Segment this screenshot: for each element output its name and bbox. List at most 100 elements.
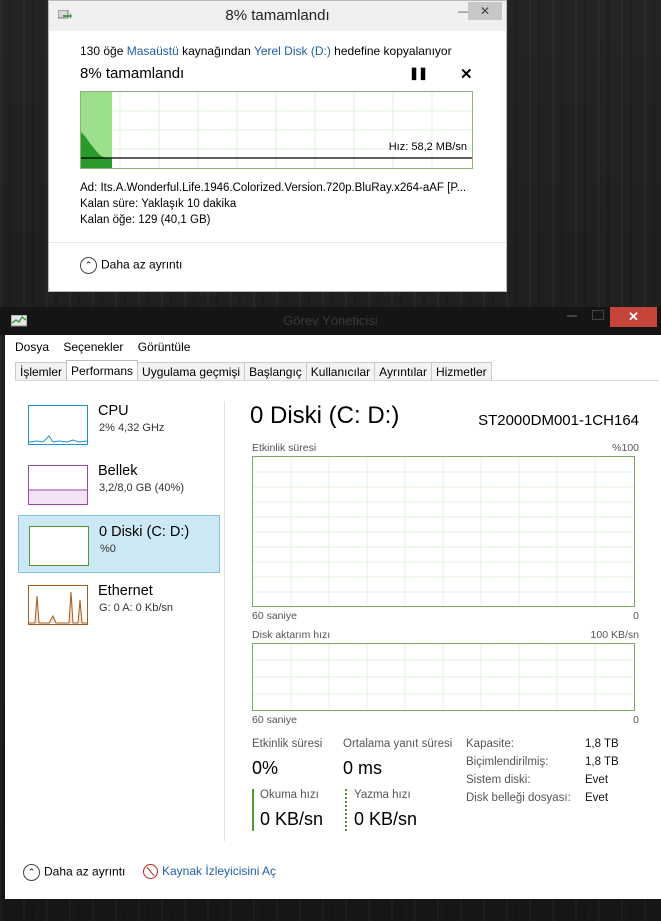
disk-heading: 0 Diski (C: D:)	[250, 402, 400, 429]
cancel-icon[interactable]: ✕	[460, 65, 473, 83]
progress-percent: 8% tamamlandı	[80, 65, 185, 82]
speed-label: Hız: 58,2 MB/sn	[388, 141, 467, 153]
close-icon[interactable]: ✕	[610, 307, 657, 327]
tm-title: Görev Yöneticisi	[283, 313, 378, 328]
sidebar-item-cpu[interactable]: CPU 2% 4,32 GHz	[18, 395, 220, 453]
pagefile-label: Disk belleği dosyası:	[466, 792, 571, 804]
menu-view[interactable]: Görüntüle	[138, 340, 191, 354]
copy-title: 8% tamamlandı	[225, 7, 330, 24]
copy-graph-canvas	[81, 92, 472, 168]
time-label: Kalan süre:	[80, 198, 139, 210]
close-icon[interactable]: ✕	[468, 2, 502, 20]
time-value: Yaklaşık 10 dakika	[141, 198, 237, 210]
cpu-name: CPU	[98, 403, 129, 419]
graph2-max: 100 KB/sn	[590, 629, 639, 641]
copy-speed-graph: Hız: 58,2 MB/sn	[80, 91, 473, 169]
name-value: Its.A.Wonderful.Life.1946.Colorized.Vers…	[100, 182, 467, 194]
tab-processes[interactable]: İşlemler	[15, 362, 68, 381]
ethernet-sub: G: 0 A: 0 Kb/sn	[99, 602, 173, 614]
disk-thumbnail	[29, 526, 89, 566]
ethernet-thumbnail	[28, 585, 88, 625]
tab-performance[interactable]: Performans	[66, 360, 139, 381]
pause-icon[interactable]: ❚❚	[409, 66, 428, 80]
response-time-label: Ortalama yanıt süresi	[343, 738, 453, 750]
tm-titlebar[interactable]: Görev Yöneticisi ✕	[0, 307, 661, 335]
ethernet-name: Ethernet	[98, 583, 153, 599]
cpu-sparkline	[28, 435, 88, 443]
copy-titlebar[interactable]: 8% tamamlandı — ✕	[49, 1, 506, 31]
info-items-row: Kalan öğe: 129 (40,1 GB)	[80, 214, 210, 226]
chevron-up-icon: ⌃	[80, 257, 97, 274]
write-speed-label: Yazma hızı	[354, 789, 411, 801]
task-manager-window: Görev Yöneticisi ✕ Dosya Seçenekler Görü…	[0, 307, 661, 899]
desc-prefix: 130 öğe	[80, 44, 127, 58]
tab-users[interactable]: Kullanıcılar	[305, 362, 376, 381]
sidebar-item-disk[interactable]: 0 Diski (C: D:) %0	[18, 515, 220, 573]
active-time-label: Etkinlik süresi	[252, 738, 323, 750]
write-speed-value: 0 KB/sn	[354, 809, 418, 829]
source-link[interactable]: Masaüstü	[127, 44, 179, 58]
less-details-label: Daha az ayrıntı	[101, 257, 183, 272]
tab-services[interactable]: Hizmetler	[430, 362, 492, 381]
resource-monitor-icon	[143, 864, 158, 880]
fewer-details-button[interactable]: ⌃ Daha az ayrıntı	[23, 864, 125, 881]
disk-name: 0 Diski (C: D:)	[99, 524, 190, 540]
divider	[49, 242, 506, 243]
write-indicator	[345, 789, 347, 831]
menu-bar: Dosya Seçenekler Görüntüle	[15, 340, 201, 354]
less-details-button[interactable]: ⌃ Daha az ayrıntı	[80, 257, 182, 274]
transfer-graph	[252, 643, 635, 711]
copy-graph-grid	[81, 92, 472, 168]
copy-description: 130 öğe Masaüstü kaynağından Yerel Disk …	[80, 44, 452, 58]
memory-sparkline	[29, 489, 87, 504]
memory-name: Bellek	[98, 463, 138, 479]
maximize-icon[interactable]	[592, 310, 604, 320]
memory-sub: 3,2/8,0 GB (40%)	[99, 482, 184, 494]
cpu-sub: 2% 4,32 GHz	[99, 422, 165, 434]
menu-file[interactable]: Dosya	[15, 340, 49, 354]
formatted-label: Biçimlendirilmiş:	[466, 756, 549, 768]
read-indicator	[252, 789, 254, 831]
capacity-value: 1,8 TB	[585, 738, 619, 750]
name-label: Ad:	[80, 182, 98, 194]
transfer-grid	[253, 644, 634, 710]
memory-thumbnail	[28, 465, 88, 505]
destination-link[interactable]: Yerel Disk (D:)	[254, 44, 331, 58]
graph1-max: %100	[612, 442, 639, 454]
tab-details[interactable]: Ayrıntılar	[374, 362, 432, 381]
resource-monitor-link[interactable]: Kaynak İzleyicisini Aç	[143, 864, 277, 880]
chevron-up-icon: ⌃	[23, 864, 40, 881]
graph1-time-left: 60 saniye	[252, 610, 297, 622]
read-speed-value: 0 KB/sn	[260, 809, 324, 829]
panel-divider	[224, 401, 225, 841]
pagefile-value: Evet	[585, 792, 609, 804]
graph2-time-left: 60 saniye	[252, 714, 297, 726]
system-disk-label: Sistem diski:	[466, 774, 531, 786]
copy-dialog: 8% tamamlandı — ✕ 130 öğe Masaüstü kayna…	[48, 0, 507, 292]
system-disk-value: Evet	[585, 774, 609, 786]
activity-grid	[253, 457, 634, 606]
tab-startup[interactable]: Başlangıç	[244, 362, 307, 381]
capacity-label: Kapasite:	[466, 738, 514, 750]
graph2-time-right: 0	[633, 714, 639, 726]
cpu-thumbnail	[28, 405, 88, 445]
fewer-details-label: Daha az ayrıntı	[44, 864, 126, 879]
items-value: 129 (40,1 GB)	[138, 214, 211, 226]
graph1-label: Etkinlik süresi	[252, 442, 317, 454]
info-name-row: Ad: Its.A.Wonderful.Life.1946.Colorized.…	[80, 182, 466, 194]
desc-middle: kaynağından	[178, 44, 254, 58]
desc-suffix: hedefine kopyalanıyor	[330, 44, 452, 58]
read-speed-label: Okuma hızı	[260, 789, 319, 801]
sidebar-item-ethernet[interactable]: Ethernet G: 0 A: 0 Kb/sn	[18, 575, 220, 633]
activity-graph	[252, 456, 635, 607]
sidebar-item-memory[interactable]: Bellek 3,2/8,0 GB (40%)	[18, 455, 220, 513]
tab-app-history[interactable]: Uygulama geçmişi	[137, 362, 246, 381]
minimize-icon[interactable]	[567, 315, 577, 317]
menu-options[interactable]: Seçenekler	[63, 340, 123, 354]
graph1-time-right: 0	[633, 610, 639, 622]
formatted-value: 1,8 TB	[585, 756, 619, 768]
disk-model: ST2000DM001-1CH164	[478, 412, 639, 429]
tab-bar: İşlemler Performans Uygulama geçmişi Başlan…	[15, 360, 492, 381]
info-time-row: Kalan süre: Yaklaşık 10 dakika	[80, 198, 236, 210]
resource-monitor-label: Kaynak İzleyicisini Aç	[162, 864, 277, 878]
